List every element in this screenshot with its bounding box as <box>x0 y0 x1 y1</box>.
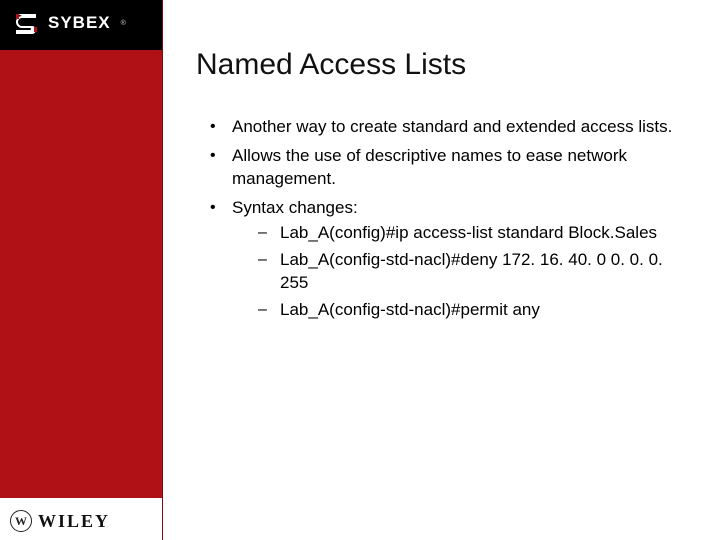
brand-name: SYBEX <box>48 13 111 33</box>
sub-bullet-item: Lab_A(config-std-nacl)#deny 172. 16. 40.… <box>258 249 692 295</box>
slide-title: Named Access Lists <box>196 48 692 82</box>
sub-bullet-item: Lab_A(config)#ip access-list standard Bl… <box>258 222 692 245</box>
bullet-item: Syntax changes: Lab_A(config)#ip access-… <box>210 197 692 322</box>
sub-bullet-list: Lab_A(config)#ip access-list standard Bl… <box>232 222 692 322</box>
sybex-logo-icon <box>14 12 40 34</box>
bullet-text: Syntax changes: <box>232 198 358 217</box>
bullet-text: Allows the use of descriptive names to e… <box>232 146 627 188</box>
sybex-brand: SYBEX ® <box>14 12 126 34</box>
wiley-logo-icon: W <box>10 510 32 532</box>
publisher-name: WILEY <box>38 511 110 532</box>
sub-bullet-text: Lab_A(config-std-nacl)#deny 172. 16. 40.… <box>280 250 663 292</box>
left-red-column: SYBEX ® W WILEY <box>0 0 162 540</box>
trademark-symbol: ® <box>121 20 126 27</box>
bullet-text: Another way to create standard and exten… <box>232 117 672 136</box>
content-area: Named Access Lists Another way to create… <box>172 0 720 540</box>
bullet-item: Allows the use of descriptive names to e… <box>210 145 692 191</box>
brand-bar: SYBEX ® <box>0 0 162 50</box>
wiley-brand: W WILEY <box>10 510 110 532</box>
footer-bar: W WILEY <box>0 498 162 540</box>
sub-bullet-text: Lab_A(config)#ip access-list standard Bl… <box>280 223 657 242</box>
sub-bullet-item: Lab_A(config-std-nacl)#permit any <box>258 299 692 322</box>
bullet-item: Another way to create standard and exten… <box>210 116 692 139</box>
bullet-list: Another way to create standard and exten… <box>186 116 692 322</box>
slide: SYBEX ® W WILEY Named Access Lists Anoth… <box>0 0 720 540</box>
wiley-logo-letter: W <box>15 514 27 529</box>
sub-bullet-text: Lab_A(config-std-nacl)#permit any <box>280 300 540 319</box>
